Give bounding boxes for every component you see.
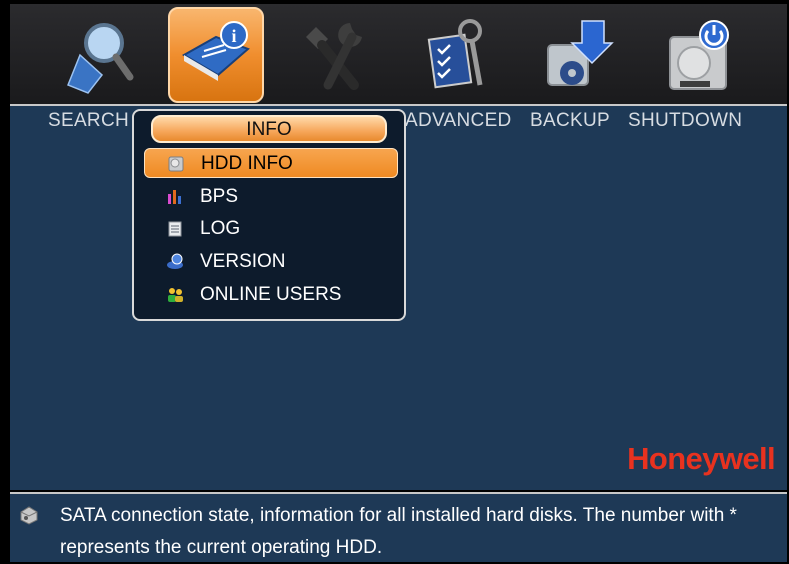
log-icon	[168, 221, 182, 237]
backup-label: BACKUP	[530, 110, 610, 131]
status-help-text: SATA connection state, information for a…	[60, 505, 737, 558]
info-dropdown-menu: INFO HDD INFO BPS LOG VERSION ONLINE USE…	[132, 109, 406, 321]
menu-item-version[interactable]: VERSION	[144, 247, 398, 277]
menu-item-bps[interactable]: BPS	[144, 182, 398, 212]
backup-tool[interactable]	[530, 8, 626, 102]
backup-disk-icon	[547, 20, 614, 86]
menu-item-label: LOG	[200, 218, 241, 239]
checklist-keys-icon	[427, 19, 483, 89]
info-book-icon: i	[181, 21, 250, 81]
shutdown-label: SHUTDOWN	[628, 110, 743, 131]
svg-text:i: i	[231, 26, 236, 46]
users-icon	[168, 288, 183, 302]
menu-item-log[interactable]: LOG	[144, 214, 398, 244]
advanced-tool[interactable]	[410, 8, 506, 102]
search-tool[interactable]	[50, 8, 146, 102]
advanced-label: ADVANCED	[405, 110, 512, 131]
shutdown-tool[interactable]	[650, 8, 746, 102]
menu-item-online-users[interactable]: ONLINE USERS	[144, 280, 398, 310]
menu-item-label: VERSION	[200, 251, 286, 272]
hdd-icon	[168, 156, 184, 172]
wrench-screwdriver-icon	[306, 23, 362, 90]
hdd-status-icon	[20, 506, 38, 525]
brand-logo: Honeywell	[627, 441, 776, 476]
menu-item-label: ONLINE USERS	[200, 284, 342, 305]
status-bar: SATA connection state, information for a…	[10, 492, 787, 562]
menu-item-label: HDD INFO	[201, 153, 293, 174]
menu-title: INFO	[151, 115, 387, 143]
main-toolbar: i	[10, 4, 787, 106]
settings-tool[interactable]	[290, 8, 386, 102]
search-label: SEARCH	[48, 110, 129, 131]
menu-item-hdd-info[interactable]: HDD INFO	[144, 148, 398, 178]
power-hdd-icon	[669, 20, 729, 90]
dvr-screen: i SEARCH ADVANCED BACKUP SHUTDOWN INFO H…	[0, 0, 789, 562]
version-icon	[167, 253, 183, 269]
menu-item-label: BPS	[200, 186, 239, 207]
bar-chart-icon	[168, 190, 181, 204]
info-tool[interactable]: i	[168, 7, 264, 103]
search-icon	[67, 23, 134, 94]
